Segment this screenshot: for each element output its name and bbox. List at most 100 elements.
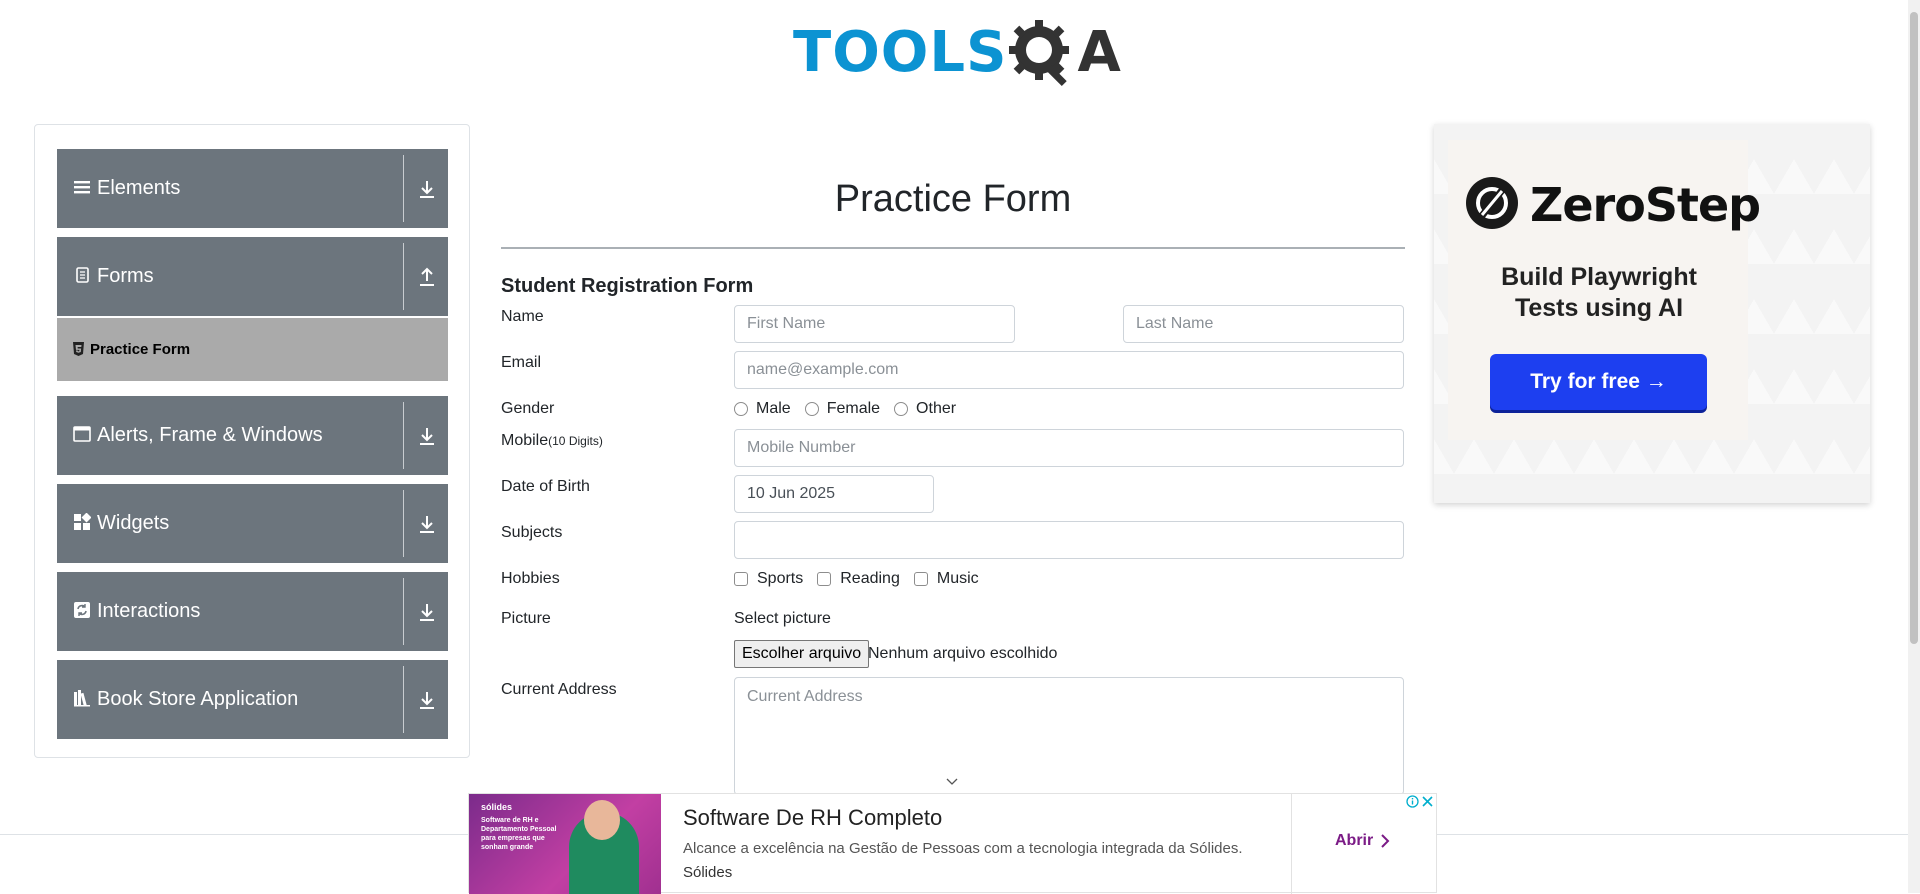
radio-label: Other bbox=[916, 400, 957, 417]
hobby-sports-checkbox[interactable]: Sports bbox=[734, 570, 803, 588]
email-label: Email bbox=[501, 354, 542, 371]
sidebar-group-label: Widgets bbox=[97, 512, 170, 534]
ad-description: Alcance a excelência na Gestão de Pessoa… bbox=[683, 840, 1243, 857]
toolsqa-logo[interactable]: TOOLS A bbox=[793, 16, 1122, 90]
hobby-music-checkbox[interactable]: Music bbox=[913, 570, 979, 588]
chevron-right-icon bbox=[1381, 834, 1390, 848]
logo-mark-icon bbox=[1476, 186, 1508, 220]
ad-choices[interactable] bbox=[1406, 795, 1434, 808]
download-icon bbox=[420, 692, 434, 709]
sidebar-group-label: Elements bbox=[97, 177, 181, 199]
tagline-line1: Build Playwright bbox=[1501, 263, 1697, 291]
sidebar-group-alerts-frame-windows[interactable]: Alerts, Frame & Windows bbox=[57, 396, 448, 475]
dob-label: Date of Birth bbox=[501, 478, 590, 495]
ad-headline[interactable]: Software De RH Completo bbox=[683, 805, 942, 831]
page-title: Practice Form bbox=[834, 178, 1072, 220]
hamburger-icon bbox=[74, 181, 90, 194]
interactions-icon bbox=[74, 602, 90, 618]
zerostep-tagline: Build Playwright Tests using AI bbox=[1448, 262, 1750, 324]
bottom-ad-banner[interactable]: sólides Software de RH e Departamento Pe… bbox=[468, 793, 1437, 894]
sidebar-group-label: Forms bbox=[97, 265, 154, 287]
document-icon bbox=[76, 267, 89, 283]
current-address-label: Current Address bbox=[501, 681, 617, 698]
gender-label: Gender bbox=[501, 400, 555, 417]
tagline-line2: Tests using AI bbox=[1514, 294, 1684, 322]
checkbox-label: Sports bbox=[757, 570, 804, 587]
chevron-down-icon bbox=[946, 778, 958, 785]
checkbox-label: Music bbox=[936, 570, 979, 587]
gender-other-radio[interactable]: Other bbox=[894, 400, 956, 418]
sidebar-group-label: Alerts, Frame & Windows bbox=[97, 424, 323, 446]
select-picture-label: Select picture bbox=[734, 610, 831, 627]
radio-label: Male bbox=[756, 400, 791, 417]
logo-text-a: A bbox=[1077, 20, 1122, 85]
window-icon bbox=[73, 426, 91, 442]
ad-image[interactable]: sólides Software de RH e Departamento Pe… bbox=[469, 794, 661, 894]
choose-file-button[interactable]: Escolher arquivo bbox=[734, 640, 870, 668]
divider bbox=[403, 155, 404, 222]
subjects-input[interactable] bbox=[734, 521, 1404, 559]
books-icon bbox=[74, 690, 90, 707]
radio-label: Female bbox=[826, 400, 881, 417]
sidebar-item-practice-form[interactable]: Practice Form bbox=[57, 318, 448, 381]
sidebar: Elements Forms Practice Form Alerts, Fra… bbox=[34, 124, 470, 758]
sidebar-group-forms[interactable]: Forms bbox=[57, 237, 448, 316]
gear-magnifier-icon bbox=[1009, 20, 1070, 87]
checkbox-label: Reading bbox=[840, 570, 900, 587]
zerostep-logo-icon bbox=[1466, 177, 1518, 229]
download-icon bbox=[420, 181, 434, 198]
close-icon[interactable] bbox=[1421, 795, 1434, 808]
sidebar-group-book-store[interactable]: Book Store Application bbox=[57, 660, 448, 739]
ad-open-button[interactable]: Abrir bbox=[1335, 832, 1390, 850]
ad-open-label: Abrir bbox=[1335, 832, 1374, 849]
mobile-input[interactable] bbox=[734, 429, 1404, 467]
checkbox-box[interactable] bbox=[817, 572, 832, 586]
checkbox-box[interactable] bbox=[734, 572, 748, 586]
download-icon bbox=[420, 604, 434, 621]
divider bbox=[403, 666, 404, 733]
ad-divider bbox=[1291, 794, 1292, 894]
sidebar-group-elements[interactable]: Elements bbox=[57, 149, 448, 228]
gender-radio-group: Male Female Other bbox=[734, 400, 970, 418]
file-status-text: Nenhum arquivo escolhido bbox=[868, 645, 1058, 662]
ad-advertiser: Sólides bbox=[683, 864, 733, 881]
first-name-input[interactable] bbox=[734, 305, 1015, 343]
title-divider bbox=[501, 247, 1405, 249]
mobile-label: Mobile(10 Digits) bbox=[501, 432, 603, 450]
radio-circle[interactable] bbox=[734, 402, 748, 416]
form-subtitle: Student Registration Form bbox=[501, 275, 754, 297]
try-for-free-button[interactable]: Try for free → bbox=[1490, 354, 1707, 410]
mobile-hint: (10 Digits) bbox=[548, 434, 603, 448]
radio-circle[interactable] bbox=[894, 402, 909, 416]
sidebar-group-widgets[interactable]: Widgets bbox=[57, 484, 448, 563]
picture-label: Picture bbox=[501, 610, 551, 627]
zerostep-brand: ZeroStep bbox=[1530, 178, 1761, 232]
divider bbox=[403, 578, 404, 645]
logo-text-tools: TOOLS bbox=[793, 20, 1008, 85]
subjects-label: Subjects bbox=[501, 524, 563, 541]
divider bbox=[403, 243, 404, 310]
divider bbox=[403, 490, 404, 557]
sidebar-group-interactions[interactable]: Interactions bbox=[57, 572, 448, 651]
radio-circle[interactable] bbox=[804, 402, 819, 416]
info-icon[interactable] bbox=[1406, 795, 1419, 808]
current-address-textarea[interactable] bbox=[734, 677, 1404, 795]
email-input[interactable] bbox=[734, 351, 1404, 389]
logo-qa: A bbox=[1007, 16, 1121, 90]
hobby-reading-checkbox[interactable]: Reading bbox=[817, 570, 900, 588]
html5-icon bbox=[73, 342, 84, 356]
download-icon bbox=[420, 428, 434, 445]
scrollbar-thumb[interactable] bbox=[1910, 12, 1918, 644]
download-icon bbox=[420, 516, 434, 533]
hobbies-label: Hobbies bbox=[501, 570, 560, 587]
gender-male-radio[interactable]: Male bbox=[734, 400, 791, 418]
sidebar-group-label: Book Store Application bbox=[97, 688, 299, 710]
widgets-icon bbox=[74, 513, 91, 530]
upload-icon bbox=[420, 267, 434, 286]
ad-image-text: Software de RH e Departamento Pessoal pa… bbox=[481, 817, 557, 851]
checkbox-box[interactable] bbox=[913, 572, 928, 586]
date-of-birth-input[interactable] bbox=[734, 475, 934, 513]
gender-female-radio[interactable]: Female bbox=[804, 400, 881, 418]
last-name-input[interactable] bbox=[1123, 305, 1404, 343]
sidebar-item-label: Practice Form bbox=[90, 341, 191, 358]
